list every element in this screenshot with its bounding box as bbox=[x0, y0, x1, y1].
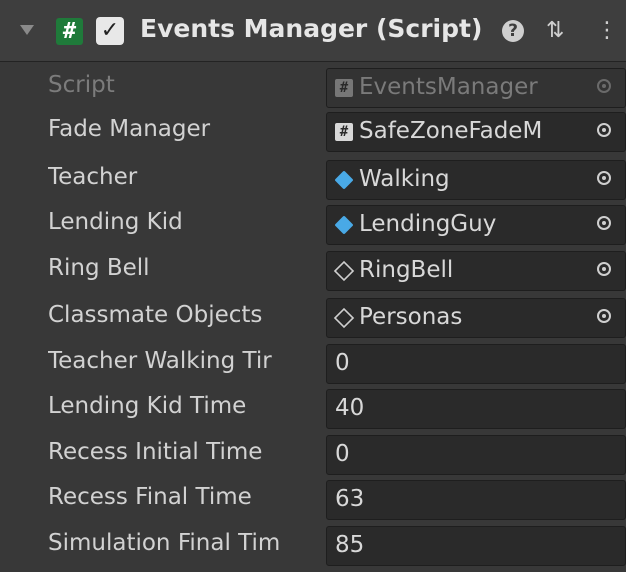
field-value: 40 bbox=[335, 395, 365, 421]
component-title: Events Manager (Script) bbox=[140, 14, 483, 43]
field-value: 0 bbox=[335, 441, 350, 467]
prefab-icon bbox=[334, 170, 354, 190]
field-row-lending-kid: Lending Kid LendingGuy bbox=[0, 203, 626, 247]
field-value: LendingGuy bbox=[359, 211, 497, 237]
field-row-classmate-objects: Classmate Objects Personas bbox=[0, 296, 626, 340]
object-field[interactable]: # SafeZoneFadeM bbox=[326, 112, 626, 152]
object-field: # EventsManager bbox=[326, 68, 626, 108]
field-label: Lending Kid Time bbox=[48, 393, 247, 419]
object-field[interactable]: LendingGuy bbox=[326, 205, 626, 245]
number-input[interactable]: 40 bbox=[326, 389, 626, 429]
field-label: Ring Bell bbox=[48, 255, 150, 281]
script-icon: # bbox=[56, 18, 83, 45]
field-label: Lending Kid bbox=[48, 209, 183, 235]
field-label: Recess Final Time bbox=[48, 484, 252, 510]
presets-icon[interactable]: ⇅ bbox=[546, 18, 564, 44]
field-label: Teacher Walking Tir bbox=[48, 348, 272, 374]
enabled-checkbox[interactable]: ✓ bbox=[96, 17, 124, 45]
object-picker-icon[interactable] bbox=[585, 161, 625, 199]
foldout-arrow-icon[interactable] bbox=[20, 25, 34, 35]
object-field[interactable]: Walking bbox=[326, 160, 626, 200]
object-picker-icon[interactable] bbox=[585, 206, 625, 244]
object-field[interactable]: Personas bbox=[326, 298, 626, 338]
help-icon[interactable]: ? bbox=[502, 20, 524, 42]
field-row-teacher-walking-time: Teacher Walking Tir 0 bbox=[0, 342, 626, 386]
number-input[interactable]: 63 bbox=[326, 480, 626, 520]
field-label: Fade Manager bbox=[48, 116, 211, 142]
field-label: Teacher bbox=[48, 164, 138, 190]
field-value: RingBell bbox=[359, 257, 454, 283]
field-value: SafeZoneFadeM bbox=[359, 118, 543, 144]
field-row-lending-kid-time: Lending Kid Time 40 bbox=[0, 387, 626, 431]
component-header: # ✓ Events Manager (Script) ? ⇅ ⋮ bbox=[0, 0, 626, 62]
field-value: Walking bbox=[359, 166, 450, 192]
prefab-icon bbox=[334, 215, 354, 235]
object-picker-icon[interactable] bbox=[585, 252, 625, 290]
field-label: Script bbox=[48, 72, 115, 98]
field-row-script: Script # EventsManager bbox=[0, 66, 626, 110]
field-row-simulation-final-time: Simulation Final Tim 85 bbox=[0, 524, 626, 568]
field-label: Recess Initial Time bbox=[48, 439, 263, 465]
object-picker-icon[interactable] bbox=[585, 113, 625, 151]
script-icon: # bbox=[335, 79, 353, 97]
field-row-ring-bell: Ring Bell RingBell bbox=[0, 249, 626, 293]
field-row-recess-final-time: Recess Final Time 63 bbox=[0, 478, 626, 522]
context-menu-icon[interactable]: ⋮ bbox=[596, 18, 618, 44]
gameobject-icon bbox=[333, 307, 355, 329]
script-icon: # bbox=[335, 123, 353, 141]
field-label: Classmate Objects bbox=[48, 302, 263, 328]
gameobject-icon bbox=[333, 260, 355, 282]
number-input[interactable]: 85 bbox=[326, 526, 626, 566]
object-field[interactable]: RingBell bbox=[326, 251, 626, 291]
field-label: Simulation Final Tim bbox=[48, 530, 281, 556]
object-picker-icon bbox=[585, 69, 625, 107]
field-value: EventsManager bbox=[359, 74, 538, 100]
field-row-teacher: Teacher Walking bbox=[0, 158, 626, 202]
number-input[interactable]: 0 bbox=[326, 344, 626, 384]
field-row-recess-initial-time: Recess Initial Time 0 bbox=[0, 433, 626, 477]
field-value: Personas bbox=[359, 304, 463, 330]
field-value: 0 bbox=[335, 350, 350, 376]
field-value: 85 bbox=[335, 532, 365, 558]
number-input[interactable]: 0 bbox=[326, 435, 626, 475]
field-value: 63 bbox=[335, 486, 365, 512]
object-picker-icon[interactable] bbox=[585, 299, 625, 337]
field-row-fade-manager: Fade Manager # SafeZoneFadeM bbox=[0, 110, 626, 154]
